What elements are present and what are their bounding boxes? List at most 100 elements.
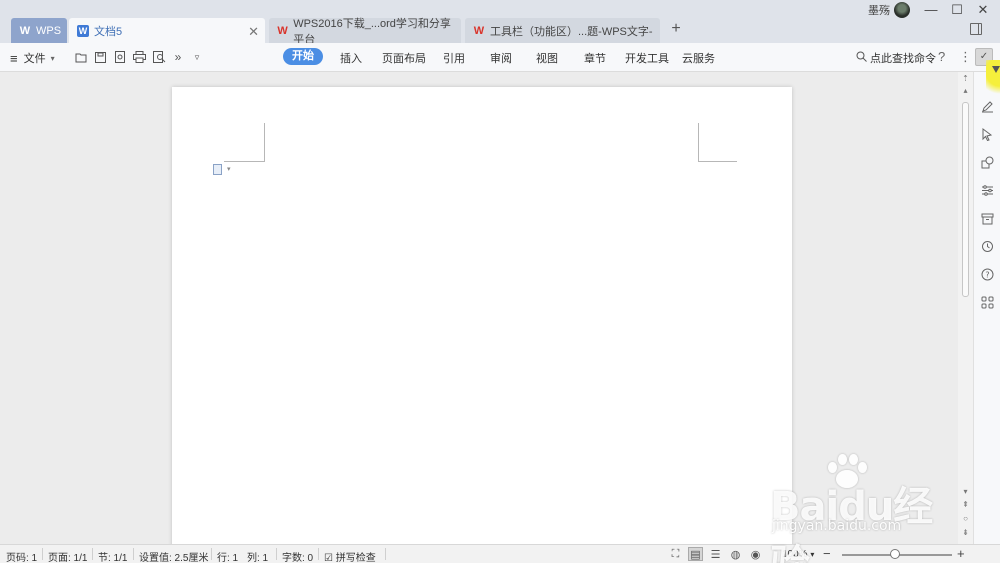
search-icon <box>856 51 867 65</box>
shapes-icon[interactable] <box>980 155 995 170</box>
status-word-count[interactable]: 字数: 0 <box>282 549 313 563</box>
status-section[interactable]: 节: 1/1 <box>98 549 127 563</box>
new-tab-button[interactable]: + <box>668 20 684 38</box>
tab-page-layout[interactable]: 页面布局 <box>382 50 426 66</box>
status-bar: 页码: 1 页面: 1/1 节: 1/1 设置值: 2.5厘米 行: 1 列: … <box>0 544 1000 563</box>
chevron-down-icon: ▾ <box>810 550 815 559</box>
file-menu[interactable]: ≡ 文件 ▾ <box>10 50 55 66</box>
minimize-button[interactable]: — <box>924 2 938 17</box>
history-icon[interactable] <box>980 239 995 254</box>
divider <box>211 548 212 560</box>
divider <box>385 548 386 560</box>
divider <box>92 548 93 560</box>
spell-check-label: 拼写检查 <box>335 553 376 563</box>
tab-document[interactable]: W 文档5 ✕ <box>69 18 265 43</box>
user-name: 墨殇 <box>868 5 890 17</box>
close-button[interactable]: ✕ <box>976 2 990 18</box>
wps-web-icon: W <box>473 24 485 37</box>
zoom-level-value: 100% <box>782 549 808 560</box>
style-pen-icon[interactable] <box>980 99 995 114</box>
divider <box>42 548 43 560</box>
zoom-slider-handle[interactable] <box>890 549 900 559</box>
status-page-code[interactable]: 页码: 1 <box>6 549 37 563</box>
file-menu-label: 文件 <box>23 53 46 65</box>
zoom-in-button[interactable]: + <box>957 546 965 561</box>
apps-grid-icon[interactable] <box>980 295 995 310</box>
scroll-thumb[interactable] <box>962 102 969 297</box>
tab-start[interactable]: 开始 <box>283 48 323 65</box>
margin-corner-top-left <box>224 123 265 162</box>
customize-icon[interactable]: ▿ <box>190 50 204 64</box>
properties-sliders-icon[interactable] <box>980 183 995 198</box>
page-view-icon[interactable]: ▤ <box>688 547 703 561</box>
search-label: 点此查找命令 <box>870 53 936 65</box>
close-icon[interactable]: ✕ <box>248 24 259 40</box>
maximize-button[interactable]: ☐ <box>950 2 964 18</box>
user-account[interactable]: 墨殇 <box>868 2 910 18</box>
more-options-icon[interactable]: ⋮ <box>959 49 972 65</box>
toolbar: ≡ 文件 ▾ » ▿ 开始 插入 页面布局 引用 审阅 视图 章节 开发工具 云… <box>0 43 1000 72</box>
select-cursor-icon[interactable] <box>980 127 995 142</box>
fullscreen-icon[interactable]: ⛶ <box>668 547 683 561</box>
scroll-up-icon[interactable]: ▴ <box>958 86 973 95</box>
wps-web-icon: W <box>277 24 288 37</box>
status-page[interactable]: 页面: 1/1 <box>48 549 87 563</box>
tab-web-toolbar[interactable]: W 工具栏（功能区）...题-WPS文字- <box>465 18 660 43</box>
open-icon[interactable] <box>74 50 88 64</box>
tab-label: WPS2016下载_...ord学习和分享平台 <box>293 17 451 46</box>
tab-references[interactable]: 引用 <box>443 50 465 66</box>
more-icon[interactable]: » <box>171 50 185 64</box>
avatar <box>894 2 910 18</box>
print-icon[interactable] <box>132 50 146 64</box>
tab-developer-tools[interactable]: 开发工具 <box>625 50 669 66</box>
select-browse-object-icon[interactable]: ○ <box>958 514 973 523</box>
archive-box-icon[interactable] <box>980 211 995 226</box>
tab-review[interactable]: 审阅 <box>490 50 512 66</box>
tab-web-wps2016[interactable]: W WPS2016下载_...ord学习和分享平台 <box>269 18 461 46</box>
sidebar-toggle-icon[interactable] <box>970 23 982 35</box>
command-search[interactable]: 点此查找命令 <box>856 50 936 66</box>
mouse-cursor-icon <box>992 66 1000 73</box>
divider <box>276 548 277 560</box>
document-page[interactable]: ▾ <box>172 87 792 557</box>
tab-label: 工具栏（功能区）...题-WPS文字- <box>490 25 653 38</box>
tab-label: 文档5 <box>94 25 123 38</box>
w-logo-icon: W <box>19 24 31 37</box>
next-page-icon[interactable]: ⇟ <box>958 528 973 537</box>
tab-label: WPS <box>36 24 62 37</box>
status-col[interactable]: 列: 1 <box>247 549 268 563</box>
scroll-down-icon[interactable]: ▾ <box>958 487 973 496</box>
zoom-out-button[interactable]: − <box>823 546 831 561</box>
title-bar: W WPS W 文档5 ✕ W WPS2016下载_...ord学习和分享平台 … <box>0 0 1000 46</box>
status-setting[interactable]: 设置值: 2.5厘米 <box>139 549 208 563</box>
spell-check-button[interactable]: ☑ 拼写检查 <box>324 549 376 563</box>
menu-icon: ≡ <box>10 50 18 66</box>
tab-wps-home[interactable]: W WPS <box>11 18 67 43</box>
status-row[interactable]: 行: 1 <box>217 549 238 563</box>
tab-view[interactable]: 视图 <box>536 50 558 66</box>
help-circle-icon[interactable]: ? <box>980 267 995 282</box>
margin-corner-top-right <box>698 123 737 162</box>
help-icon[interactable]: ? <box>938 49 945 64</box>
vertical-scrollbar[interactable]: ⇡ ▴ ▾ ⇞ ○ ⇟ <box>958 72 973 544</box>
chevron-down-icon[interactable]: ▾ <box>227 165 231 173</box>
reading-mode-icon[interactable]: ◉ <box>748 547 763 561</box>
document-workspace: ▾ <box>0 72 958 557</box>
prev-page-icon[interactable]: ⇞ <box>958 500 973 509</box>
right-task-pane-bar: ? <box>973 72 1000 544</box>
w-doc-icon: W <box>77 24 89 37</box>
zoom-level[interactable]: 100% ▾ <box>782 549 814 560</box>
outline-view-icon[interactable]: ☰ <box>708 547 723 561</box>
print-preview-icon[interactable] <box>152 50 166 64</box>
web-view-icon[interactable]: ◍ <box>728 547 743 561</box>
tab-insert[interactable]: 插入 <box>340 50 362 66</box>
tab-chapter[interactable]: 章节 <box>584 50 606 66</box>
scroll-top-icon[interactable]: ⇡ <box>958 74 973 83</box>
divider <box>318 548 319 560</box>
save-icon[interactable] <box>93 50 107 64</box>
export-pdf-icon[interactable] <box>113 50 127 64</box>
chevron-down-icon: ▾ <box>50 53 55 63</box>
paste-options-icon[interactable] <box>213 164 222 175</box>
spell-check-icon: ☑ <box>324 553 333 563</box>
tab-cloud-services[interactable]: 云服务 <box>682 50 715 66</box>
